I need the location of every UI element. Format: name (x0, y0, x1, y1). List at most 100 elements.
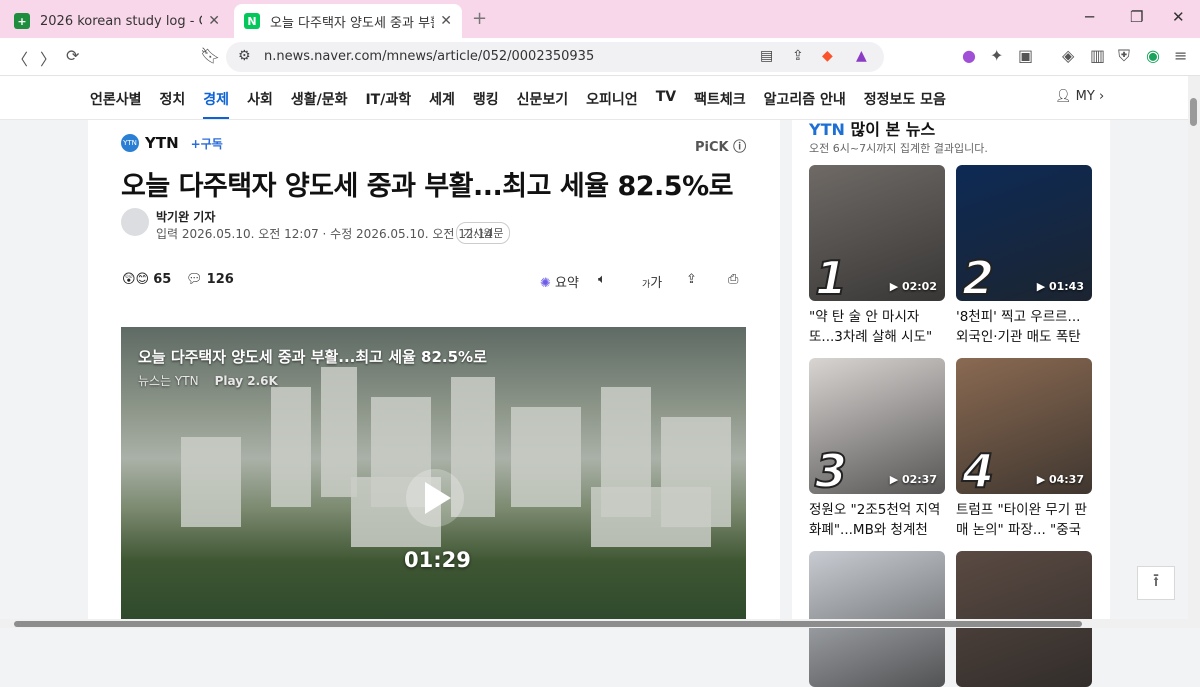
nav-item[interactable]: 정치 (160, 89, 186, 119)
news-card[interactable]: 3 ▶ 02:37 정원오 "2조5천억 지역 화폐"...MB와 청계천 (809, 358, 945, 540)
article-headline: 오늘 다주택자 양도세 중과 부활...최고 세율 82.5%로 (121, 171, 733, 202)
bookmark-icon[interactable]: 🔖︎ (200, 46, 220, 65)
media-icon[interactable]: ▣ (1018, 46, 1033, 65)
my-label[interactable]: MY (1076, 89, 1095, 104)
close-icon[interactable]: ✕ (208, 13, 220, 29)
address-bar[interactable]: ⚙ n.news.naver.com/mnews/article/052/000… (226, 42, 884, 72)
news-card[interactable]: 1 ▶ 02:02 "약 탄 술 안 마시자 또...3차례 살해 시도" (809, 165, 945, 347)
comment-button[interactable]: 💬︎ 126 (186, 272, 234, 287)
news-card[interactable]: 2 ▶ 01:43 '8천피' 찍고 우르르... 외국인·기관 매도 폭탄 (956, 165, 1092, 347)
sidebar-toggle-icon[interactable]: ▥ (1090, 46, 1105, 65)
horizontal-scrollbar[interactable] (0, 619, 1188, 628)
share-icon[interactable]: ⇪ (686, 272, 697, 287)
my-menu[interactable]: 👤︎ MY › (1055, 89, 1104, 104)
rank-number: 4 (961, 444, 995, 494)
play-button[interactable] (406, 469, 464, 527)
vertical-scrollbar[interactable] (1188, 76, 1200, 628)
menu-icon[interactable]: ≡ (1174, 46, 1187, 65)
most-viewed-panel: YTN 많이 본 뉴스 오전 6시~7시까지 집계한 결과입니다. 1 ▶ 02:… (792, 120, 1110, 687)
print-icon[interactable]: ⎙ (728, 272, 738, 287)
nav-item[interactable]: 알고리즘 안내 (764, 89, 846, 119)
audio-icon[interactable]: 🔈︎ (598, 272, 606, 287)
close-icon[interactable]: ✕ (440, 13, 452, 29)
font-size-button[interactable]: 가가 (642, 272, 662, 291)
reaction-count: 65 (153, 272, 172, 287)
summary-button[interactable]: ✺ 요약 (540, 272, 579, 291)
nav-item[interactable]: 생활/문화 (291, 89, 348, 119)
scroll-to-top-button[interactable]: ⭱ (1137, 566, 1175, 600)
site-settings-icon[interactable]: ⚙ (238, 48, 251, 64)
news-thumbnail[interactable]: 1 ▶ 02:02 (809, 165, 945, 301)
summary-sparkle-icon: ✺ (540, 276, 551, 291)
nav-item[interactable]: 언론사별 (90, 89, 142, 119)
profile-extension-icon[interactable]: ● (962, 46, 976, 65)
video-plays: Play 2.6K (214, 374, 278, 388)
video-duration: 01:29 (404, 548, 471, 572)
pick-label: PiCK (695, 140, 729, 155)
sidebar-brand[interactable]: YTN (809, 120, 845, 139)
back-icon[interactable]: 〈 (12, 46, 28, 70)
play-icon (425, 482, 451, 514)
brave-shield-icon[interactable]: ◆ (822, 48, 833, 64)
font-size-label: 가 (650, 276, 663, 291)
news-thumbnail[interactable]: 3 ▶ 02:37 (809, 358, 945, 494)
news-card-title[interactable]: '8천피' 찍고 우르르... 외국인·기관 매도 폭탄 (956, 307, 1092, 347)
original-article-button[interactable]: 기사원문 (456, 222, 511, 244)
nav-item[interactable]: 정정보도 모음 (864, 89, 946, 119)
scrollbar-thumb[interactable] (14, 621, 1082, 627)
nav-item[interactable]: 사회 (247, 89, 273, 119)
nav-item[interactable]: IT/과학 (365, 89, 411, 119)
news-thumbnail[interactable]: 2 ▶ 01:43 (956, 165, 1092, 301)
reaction-button[interactable]: 😲😊 65 (122, 272, 171, 287)
naver-icon: N (244, 13, 260, 29)
window-close-icon[interactable]: ✕ (1172, 8, 1185, 26)
press-logo[interactable]: YTN (121, 134, 139, 152)
sidebar-title: 많이 본 뉴스 (850, 120, 936, 139)
minimize-icon[interactable]: ─ (1085, 8, 1094, 26)
url-text[interactable]: n.news.naver.com/mnews/article/052/00023… (264, 49, 594, 64)
info-icon[interactable]: ⓘ (733, 140, 746, 155)
rewards-triangle-icon[interactable]: ▲ (856, 48, 867, 64)
wallet-icon[interactable]: ◉ (1146, 46, 1160, 65)
nav-item[interactable]: TV (656, 89, 676, 119)
pick-badge: PiCK ⓘ (695, 136, 746, 155)
nav-item[interactable]: 경제 (203, 89, 230, 119)
scrollbar-thumb[interactable] (1190, 98, 1197, 126)
tab-google-sheets[interactable]: + 2026 korean study log - Google ✕ (4, 4, 230, 38)
reporter-name[interactable]: 박기완 기자 (156, 208, 215, 225)
tab-naver-news[interactable]: N 오늘 다주택자 양도세 중과 부활 ✕ (234, 4, 462, 38)
nav-item[interactable]: 팩트체크 (694, 89, 746, 119)
nav-item[interactable]: 오피니언 (586, 89, 638, 119)
forward-icon[interactable]: 〉 (40, 46, 56, 70)
extensions-puzzle-icon[interactable]: ✦ (990, 46, 1003, 65)
nav-items: 언론사별 정치 경제 사회 생활/문화 IT/과학 세계 랭킹 신문보기 오피니언 TV 팩트체크 알고… (90, 89, 964, 119)
nav-item[interactable]: 랭킹 (473, 89, 499, 119)
rank-number: 1 (814, 251, 848, 301)
news-card-title[interactable]: 정원오 "2조5천억 지역 화폐"...MB와 청계천 (809, 500, 945, 540)
news-card-title[interactable]: "약 탄 술 안 마시자 또...3차례 살해 시도" (809, 307, 945, 347)
video-title: 오늘 다주택자 양도세 중과 부활...최고 세율 82.5%로 (138, 348, 487, 366)
nav-item[interactable]: 신문보기 (517, 89, 569, 119)
video-duration: ▶ 04:37 (1036, 473, 1084, 486)
subscribe-button[interactable]: +구독 (191, 135, 223, 152)
nav-item[interactable]: 세계 (429, 89, 455, 119)
vpn-shield-icon[interactable]: ⛨ (1118, 46, 1130, 66)
comment-count: 126 (206, 272, 234, 287)
reload-icon[interactable]: ⟳ (66, 46, 79, 65)
news-thumbnail[interactable]: 4 ▶ 04:37 (956, 358, 1092, 494)
article-dates: 입력 2026.05.10. 오전 12:07 · 수정 2026.05.10.… (156, 227, 493, 241)
reader-mode-icon[interactable]: ▤ (760, 48, 773, 64)
share-icon[interactable]: ⇪ (792, 48, 804, 64)
video-duration: ▶ 02:37 (889, 473, 937, 486)
most-viewed-subtitle: 오전 6시~7시까지 집계한 결과입니다. (809, 142, 988, 155)
press-name[interactable]: YTN (145, 134, 179, 152)
news-card-title[interactable]: 트럼프 "타이완 무기 판매 논의" 파장... "중국 (956, 500, 1092, 540)
article-panel: YTN YTN +구독 PiCK ⓘ 오늘 다주택자 양도세 중과 부활...최… (88, 120, 780, 620)
news-card[interactable]: 4 ▶ 04:37 트럼프 "타이완 무기 판매 논의" 파장... "중국 (956, 358, 1092, 540)
new-tab-icon[interactable]: + (472, 8, 487, 29)
reporter-avatar[interactable] (121, 208, 149, 236)
most-viewed-title: YTN 많이 본 뉴스 (809, 116, 935, 140)
video-player[interactable]: 오늘 다주택자 양도세 중과 부활...최고 세율 82.5%로 뉴스는 YTN… (121, 327, 746, 620)
leo-icon[interactable]: ◈ (1062, 46, 1074, 65)
restore-icon[interactable]: ❐ (1130, 8, 1143, 26)
